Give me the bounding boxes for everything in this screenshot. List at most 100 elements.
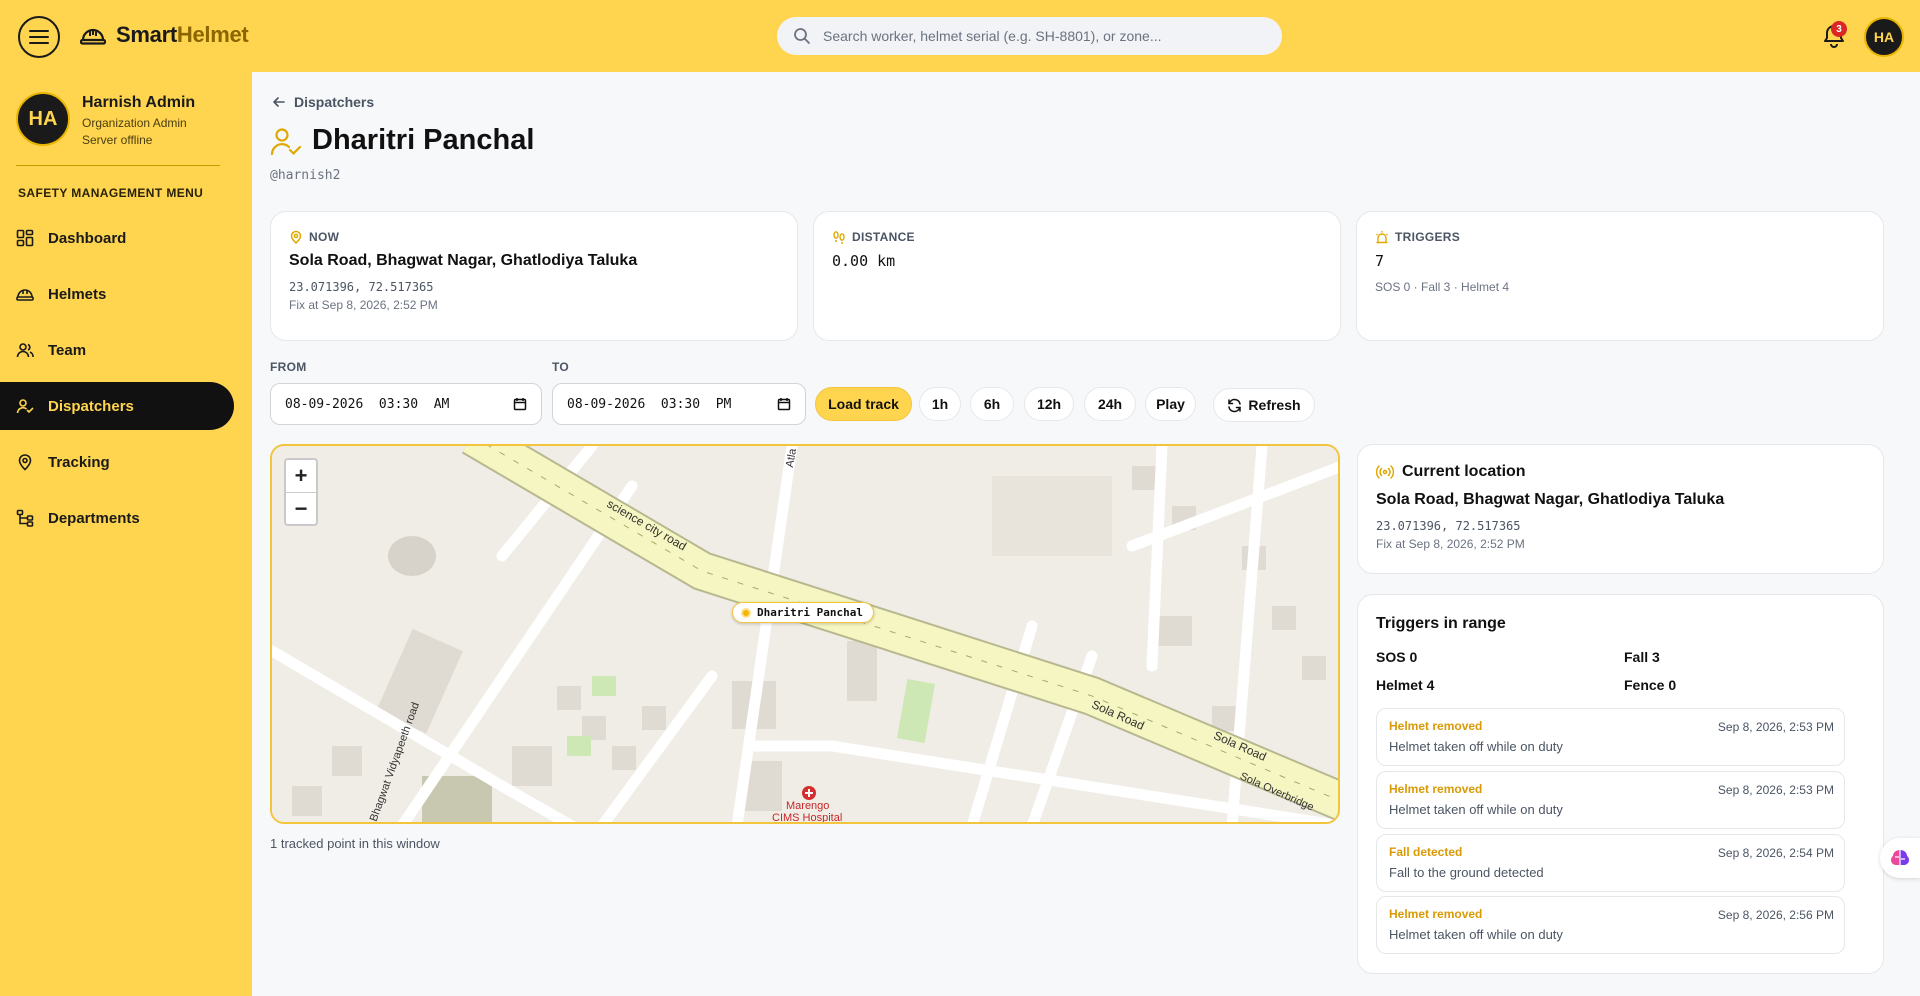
sidebar-item-label: Tracking xyxy=(48,453,110,471)
trigger-counts: SOS 0 Fall 3 Helmet 4 Fence 0 xyxy=(1376,649,1865,693)
range-24h-button[interactable]: 24h xyxy=(1084,387,1136,421)
play-button[interactable]: Play xyxy=(1145,387,1196,421)
signal-icon xyxy=(1376,465,1394,479)
current-location-coordinates: 23.071396, 72.517365 xyxy=(1376,519,1521,533)
dashboard-icon xyxy=(16,229,34,247)
sidebar-menu: Dashboard Helmets Team Dispatchers Track… xyxy=(0,214,252,550)
distance-card: DISTANCE 0.00 km xyxy=(813,211,1341,341)
sidebar-item-label: Departments xyxy=(48,509,140,527)
search-input[interactable] xyxy=(823,28,1263,44)
current-location-title: Current location xyxy=(1402,463,1526,480)
brain-icon xyxy=(1891,850,1909,865)
now-card: NOW Sola Road, Bhagwat Nagar, Ghatlodiya… xyxy=(270,211,798,341)
event-time: Sep 8, 2026, 2:53 PM xyxy=(1717,783,1834,797)
brand-name-part1: Smart xyxy=(116,22,177,47)
to-datetime-input[interactable]: 08-09-2026 03:30 PM xyxy=(552,383,806,425)
tracking-map[interactable]: science city road Sola Road Sola Road So… xyxy=(270,444,1340,824)
refresh-label: Refresh xyxy=(1248,397,1301,413)
map-tiles[interactable] xyxy=(272,446,1340,824)
sidebar-item-tracking[interactable]: Tracking xyxy=(0,438,234,486)
username-handle: @harnish2 xyxy=(270,168,341,183)
trigger-event[interactable]: Fall detected Sep 8, 2026, 2:54 PM Fall … xyxy=(1376,834,1845,892)
event-description: Helmet taken off while on duty xyxy=(1389,802,1563,817)
from-datetime-value: 08-09-2026 03:30 AM xyxy=(285,396,450,412)
event-description: Helmet taken off while on duty xyxy=(1389,739,1563,754)
triggers-label: TRIGGERS xyxy=(1395,230,1461,244)
helmet-icon xyxy=(16,289,34,301)
refresh-icon xyxy=(1228,398,1242,412)
breadcrumb-link[interactable]: Dispatchers xyxy=(294,94,374,110)
event-description: Fall to the ground detected xyxy=(1389,865,1544,880)
search-bar[interactable] xyxy=(777,17,1282,55)
sidebar-item-dashboard[interactable]: Dashboard xyxy=(0,214,234,262)
to-datetime-value: 08-09-2026 03:30 PM xyxy=(567,396,732,412)
triggers-in-range-title: Triggers in range xyxy=(1376,615,1506,632)
now-label: NOW xyxy=(309,230,340,244)
main-content: Dispatchers Dharitri Panchal @harnish2 N… xyxy=(252,72,1920,996)
hamburger-icon xyxy=(29,30,49,44)
trigger-event[interactable]: Helmet removed Sep 8, 2026, 2:53 PM Helm… xyxy=(1376,771,1845,829)
triggers-label-row: TRIGGERS xyxy=(1375,230,1865,244)
zoom-out-button[interactable]: − xyxy=(286,492,316,524)
zoom-in-button[interactable]: + xyxy=(286,460,316,492)
server-status: Server offline xyxy=(82,133,153,147)
range-6h-button[interactable]: 6h xyxy=(970,387,1014,421)
dispatcher-icon xyxy=(270,127,302,155)
event-time: Sep 8, 2026, 2:53 PM xyxy=(1717,720,1834,734)
map-poi-label: CIMS Hospital xyxy=(772,812,843,824)
team-icon xyxy=(16,343,34,358)
map-poi-label: Marengo xyxy=(786,800,830,812)
distance-label-row: DISTANCE xyxy=(832,230,1322,244)
brand-logo[interactable]: SmartHelmet xyxy=(80,22,249,48)
from-label: FROM xyxy=(270,360,307,374)
triggers-value: 7 xyxy=(1375,252,1385,270)
menu-section-title: SAFETY MANAGEMENT MENU xyxy=(18,186,204,200)
sidebar-item-dispatchers[interactable]: Dispatchers xyxy=(0,382,234,430)
range-1h-button[interactable]: 1h xyxy=(919,387,961,421)
brand-name-part2: Helmet xyxy=(176,22,249,47)
calendar-icon[interactable] xyxy=(513,397,527,411)
event-description: Helmet taken off while on duty xyxy=(1389,927,1563,942)
notification-badge: 3 xyxy=(1831,21,1847,37)
location-pin-icon xyxy=(18,454,32,471)
profile-role: Organization Admin xyxy=(82,116,187,130)
top-bar: SmartHelmet 3 HA xyxy=(0,0,1920,72)
dispatcher-icon xyxy=(16,399,34,414)
triggers-in-range-card: Triggers in range SOS 0 Fall 3 Helmet 4 … xyxy=(1357,594,1884,974)
refresh-button[interactable]: Refresh xyxy=(1213,388,1315,422)
sidebar-item-label: Dashboard xyxy=(48,229,127,247)
profile-name: Harnish Admin xyxy=(82,94,196,111)
sidebar-item-team[interactable]: Team xyxy=(0,326,234,374)
calendar-icon[interactable] xyxy=(777,397,791,411)
sidebar-item-helmets[interactable]: Helmets xyxy=(0,270,234,318)
breadcrumb[interactable]: Dispatchers xyxy=(272,94,374,110)
distance-value: 0.00 km xyxy=(832,252,896,270)
assistant-fab[interactable] xyxy=(1880,838,1920,878)
now-label-row: NOW xyxy=(289,230,779,244)
profile-avatar: HA xyxy=(16,92,70,146)
menu-toggle-button[interactable] xyxy=(18,16,60,58)
marker-dot-icon xyxy=(741,607,751,618)
worker-map-marker[interactable]: Dharitri Panchal xyxy=(732,602,874,623)
current-location-address: Sola Road, Bhagwat Nagar, Ghatlodiya Tal… xyxy=(1376,491,1725,508)
user-avatar[interactable]: HA xyxy=(1864,17,1904,57)
range-12h-button[interactable]: 12h xyxy=(1024,387,1074,421)
trigger-event[interactable]: Helmet removed Sep 8, 2026, 2:56 PM Helm… xyxy=(1376,896,1845,954)
now-coordinates: 23.071396, 72.517365 xyxy=(289,280,434,294)
distance-label: DISTANCE xyxy=(852,230,915,244)
page-header: Dharitri Panchal xyxy=(270,124,534,157)
fall-count: Fall 3 xyxy=(1624,649,1660,665)
departments-icon xyxy=(16,509,34,527)
user-profile: HA Harnish Admin Organization Admin Serv… xyxy=(16,92,195,147)
sidebar-divider xyxy=(16,165,220,166)
event-time: Sep 8, 2026, 2:56 PM xyxy=(1717,908,1834,922)
load-track-button[interactable]: Load track xyxy=(815,387,912,421)
from-datetime-input[interactable]: 08-09-2026 03:30 AM xyxy=(270,383,542,425)
footprints-icon xyxy=(833,231,845,244)
current-location-fix-time: Fix at Sep 8, 2026, 2:52 PM xyxy=(1376,537,1525,551)
helmet-count: Helmet 4 xyxy=(1376,677,1435,693)
fence-count: Fence 0 xyxy=(1624,677,1677,693)
trigger-event[interactable]: Helmet removed Sep 8, 2026, 2:53 PM Helm… xyxy=(1376,708,1845,766)
tracked-points-note: 1 tracked point in this window xyxy=(270,836,440,851)
sidebar-item-departments[interactable]: Departments xyxy=(0,494,234,542)
